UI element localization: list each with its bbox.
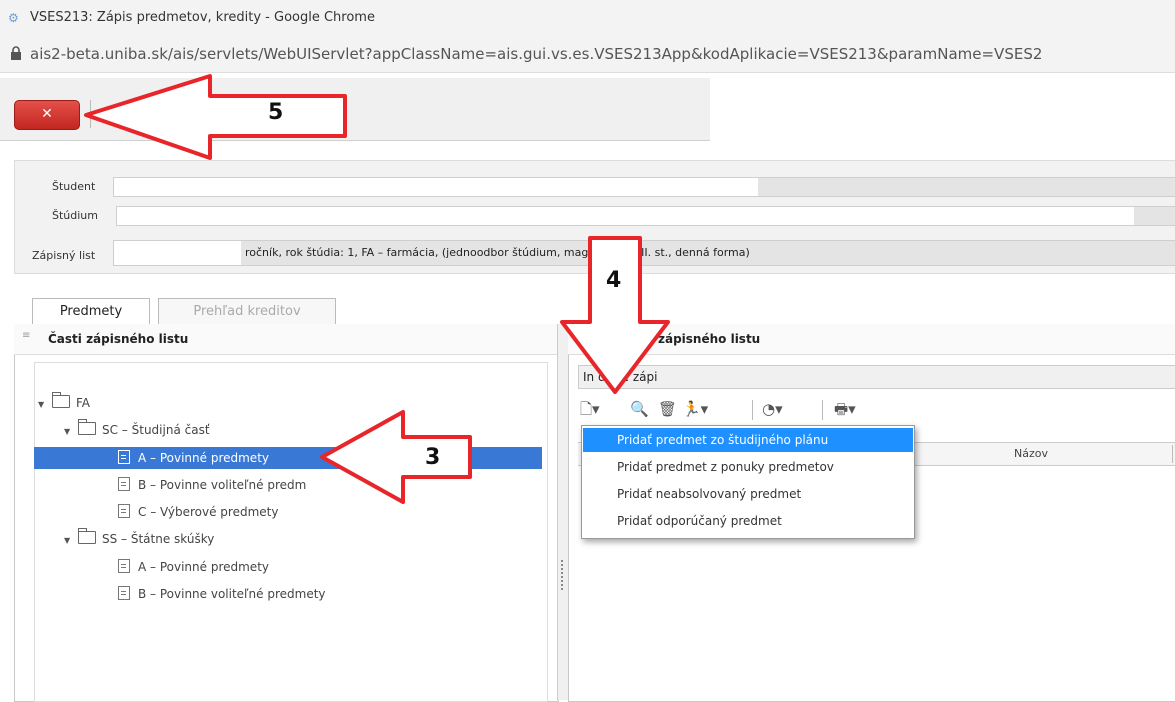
window-titlebar: ⚙ VSES213: Zápis predmetov, kredity - Go… (0, 0, 1175, 36)
tree-node-label: SC – Študijná časť (102, 423, 210, 437)
column-separator[interactable] (1172, 445, 1173, 463)
document-icon (118, 586, 130, 600)
toolbar-separator (822, 400, 823, 420)
expand-caret-icon[interactable]: ▼ (64, 530, 74, 552)
student-field (113, 177, 760, 197)
toolbar-separator (752, 400, 753, 420)
document-icon (118, 450, 130, 464)
student-label: Študent (52, 180, 96, 193)
tree-node-label: FA (76, 396, 91, 410)
info-field-text: In d pre zápi (583, 370, 658, 384)
run-dropdown-icon[interactable]: 🏃▾ (682, 398, 708, 420)
expand-caret-icon[interactable]: ▼ (38, 394, 48, 416)
right-panel-title: y zápisného listu (646, 332, 761, 346)
right-toolbar: 🗋▾ 🔍 🗑 🏃▾ ◔▾ 🖶▾ (578, 398, 978, 422)
menu-item-add-failed-subject[interactable]: Pridať neabsolvovaný predmet (583, 482, 913, 506)
callout-number-5: 5 (268, 100, 284, 125)
folder-icon (78, 528, 96, 544)
close-button[interactable]: ✕ (14, 100, 80, 130)
tree-node-label: C – Výberové predmety (138, 505, 279, 519)
menu-item-add-from-offer[interactable]: Pridať predmet z ponuky predmetov (583, 455, 913, 479)
studium-label: Štúdium (52, 209, 98, 222)
tree-node-sc[interactable]: ▼ SC – Študijná časť (64, 419, 544, 441)
student-field-extra (758, 177, 1175, 197)
zoom-icon[interactable]: 🔍 (630, 398, 649, 420)
studium-field-extra (1134, 206, 1175, 226)
folder-icon (78, 419, 96, 435)
tab-prehlad-kreditov[interactable]: Prehľad kreditov (158, 298, 336, 325)
tree-node-sc-b[interactable]: B – Povinne voliteľné predm (118, 474, 542, 496)
tree-node-fa[interactable]: ▼ FA (38, 392, 544, 414)
expand-caret-icon[interactable]: ▼ (64, 421, 74, 443)
print-dropdown-icon[interactable]: 🖶▾ (834, 398, 856, 420)
collapse-icon[interactable]: ≡ (22, 330, 30, 341)
info-field: In d pre zápi (578, 365, 1175, 389)
tree-node-label: B – Povinne voliteľné predmety (138, 587, 326, 601)
tree-node-sc-a[interactable]: A – Povinné predmety (34, 447, 542, 469)
studium-field (116, 206, 1136, 226)
page-favicon-icon: ⚙ (8, 11, 19, 25)
tree-node-label: A – Povinné predmety (138, 560, 269, 574)
url-text[interactable]: ais2-beta.uniba.sk/ais/servlets/WebUISer… (30, 45, 1042, 63)
column-header-nazov[interactable]: Názov (1014, 447, 1048, 460)
callout-number-3: 3 (425, 445, 441, 470)
folder-icon (52, 392, 70, 408)
lock-icon (11, 46, 21, 60)
tree-node-ss[interactable]: ▼ SS – Štátne skúšky (64, 528, 544, 550)
trash-icon[interactable]: 🗑 (658, 398, 677, 420)
zapisny-list-id-field (113, 240, 243, 266)
zapisny-list-label: Zápisný list (32, 249, 96, 262)
tree-node-ss-b[interactable]: B – Povinne voliteľné predmety (118, 583, 542, 605)
document-icon (118, 477, 130, 491)
tree-node-sc-c[interactable]: C – Výberové predmety (118, 501, 542, 523)
app-toolbar (0, 78, 710, 141)
right-panel-header: y zápisného listu (568, 324, 1175, 355)
callout-number-4: 4 (606, 268, 622, 293)
zapisny-list-value: ročník, rok štúdia: 1, FA – farmácia, (j… (245, 246, 750, 259)
left-panel-header: ≡ Časti zápisného listu (14, 324, 557, 355)
zapisny-list-field: ročník, rok štúdia: 1, FA – farmácia, (j… (241, 240, 1175, 266)
left-panel-title: Časti zápisného listu (48, 332, 189, 346)
tab-predmety[interactable]: Predmety (32, 298, 150, 325)
document-icon (118, 504, 130, 518)
menu-item-add-from-study-plan[interactable]: Pridať predmet zo študijného plánu (583, 428, 913, 452)
tree-node-ss-a[interactable]: A – Povinné predmety (118, 556, 542, 578)
tree-node-label: A – Povinné predmety (138, 451, 269, 465)
splitter-grip-icon[interactable] (561, 560, 567, 590)
add-subject-menu: Pridať predmet zo študijného plánu Prida… (581, 425, 915, 539)
address-bar[interactable]: ais2-beta.uniba.sk/ais/servlets/WebUISer… (0, 36, 1175, 73)
menu-item-add-recommended[interactable]: Pridať odporúčaný predmet (583, 509, 913, 533)
tree-node-label: SS – Štátne skúšky (102, 532, 215, 546)
window-title: VSES213: Zápis predmetov, kredity - Goog… (30, 10, 375, 25)
document-icon (118, 559, 130, 573)
settings-dropdown-icon[interactable]: ◔▾ (762, 398, 783, 420)
toolbar-divider (90, 100, 91, 128)
tree-node-label: B – Povinne voliteľné predm (138, 478, 307, 492)
new-item-dropdown-icon[interactable]: 🗋▾ (580, 398, 600, 420)
